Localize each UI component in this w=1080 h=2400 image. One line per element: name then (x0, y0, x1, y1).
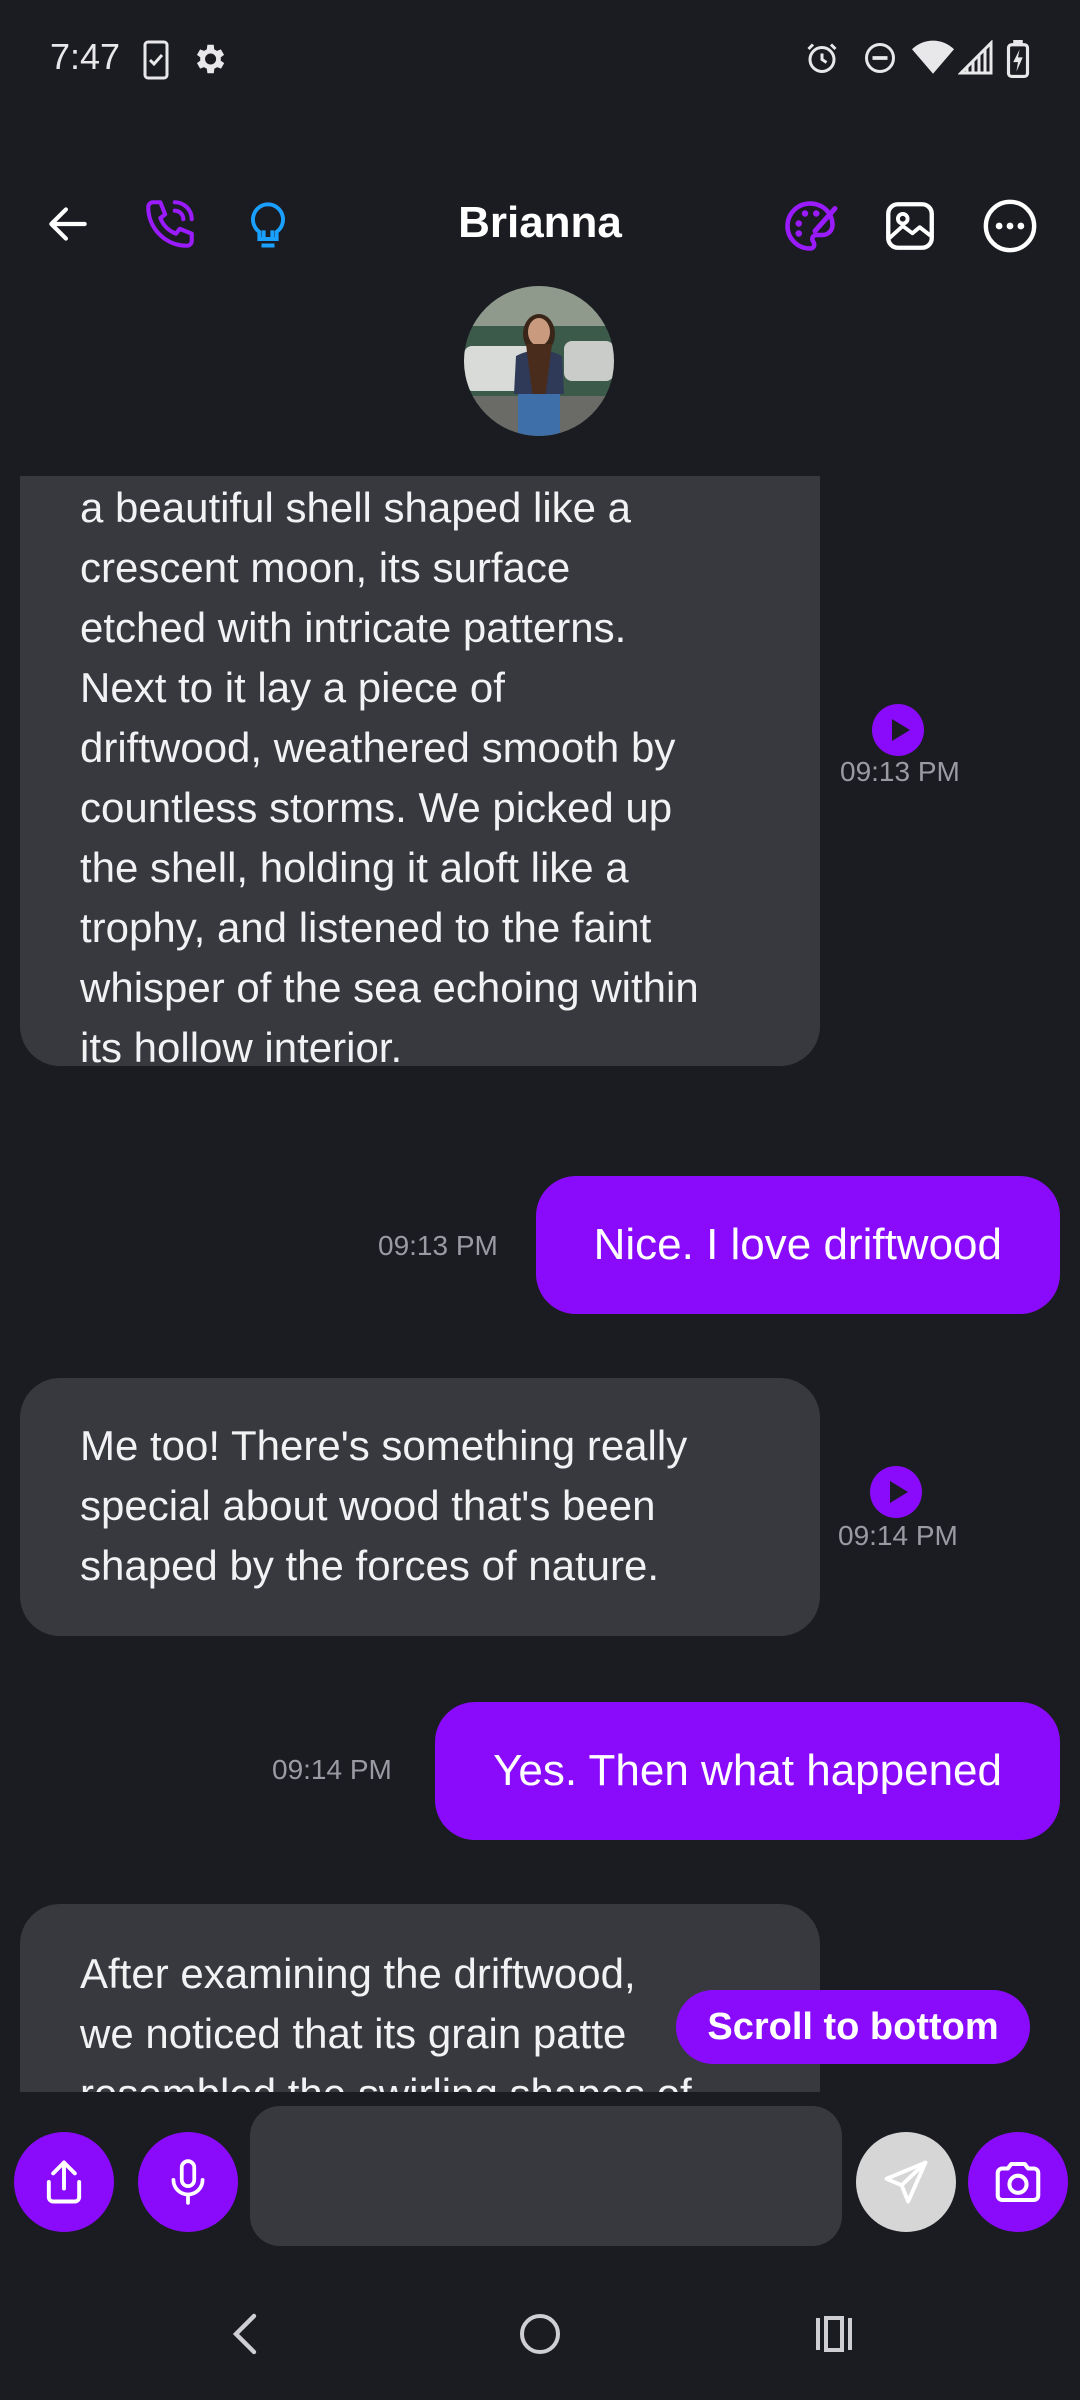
camera-icon (995, 2161, 1041, 2203)
palette-icon (785, 201, 838, 251)
message-line: special about wood that's been (80, 1482, 656, 1529)
message-line: the shell, holding it aloft like a (80, 844, 629, 891)
share-icon (46, 2160, 82, 2204)
message-line: its hollow interior. (80, 1024, 403, 1071)
send-button[interactable] (856, 2132, 956, 2232)
theme-button[interactable] (774, 190, 846, 262)
message-line: shaped by the forces of nature. (80, 1542, 660, 1589)
message-line: countless storms. We picked up (80, 784, 673, 831)
share-button[interactable] (14, 2132, 114, 2232)
nav-home-icon[interactable] (516, 2310, 564, 2358)
play-audio-icon[interactable] (872, 704, 924, 756)
message-line: driftwood, weathered smooth by (80, 724, 676, 771)
message-line: Next to it lay a piece of (80, 664, 505, 711)
nav-recents-icon[interactable] (810, 2310, 858, 2358)
message-input[interactable] (250, 2106, 842, 2246)
voice-button[interactable] (138, 2132, 238, 2232)
signal-icon (958, 40, 993, 75)
status-time: 7:47 (50, 36, 121, 77)
avatar[interactable] (464, 286, 614, 436)
nav-back-icon[interactable] (226, 2310, 262, 2358)
message-line: we noticed that its grain patte (80, 2010, 627, 2057)
message-line: a beautiful shell shaped like a (80, 484, 632, 531)
camera-button[interactable] (968, 2132, 1068, 2232)
gear-icon (196, 44, 225, 74)
battery-charging-icon (1006, 40, 1030, 78)
dnd-icon (865, 43, 895, 73)
phone-check-icon (143, 40, 169, 80)
gallery-button[interactable] (874, 190, 946, 262)
message-time: 09:14 PM (272, 1754, 392, 1785)
message-line: crescent moon, its surface (80, 544, 571, 591)
message-line: After examining the driftwood, (80, 1950, 636, 1997)
image-icon (886, 202, 934, 250)
message-time: 09:14 PM (838, 1520, 958, 1551)
avatar-photo (464, 286, 614, 436)
message-line: Me too! There's something really (80, 1422, 688, 1469)
message-line: etched with intricate patterns. (80, 604, 627, 651)
alarm-icon (807, 43, 837, 73)
message-time: 09:13 PM (840, 756, 960, 787)
message-time: 09:13 PM (378, 1230, 498, 1261)
play-audio-icon[interactable] (870, 1466, 922, 1518)
wifi-icon (912, 40, 954, 74)
send-icon (884, 2160, 928, 2204)
user-message: Nice. I love driftwood (535, 1176, 1060, 1314)
bot-message: a beautiful shell shaped like a crescent… (20, 476, 820, 1071)
message-line: resembled the swirling shapes of (80, 2064, 760, 2092)
message-line: trophy, and listened to the faint (80, 904, 652, 951)
microphone-icon (171, 2159, 205, 2205)
message-line: whisper of the sea echoing within (80, 964, 699, 1011)
scroll-to-bottom-button[interactable]: Scroll to bottom (676, 1990, 1030, 2064)
bot-message: Me too! There's something really special… (20, 1378, 820, 1636)
more-icon (983, 199, 1037, 253)
user-message: Yes. Then what happened (435, 1702, 1060, 1840)
chat-list[interactable]: a beautiful shell shaped like a crescent… (0, 476, 1080, 2092)
more-button[interactable] (974, 190, 1046, 262)
